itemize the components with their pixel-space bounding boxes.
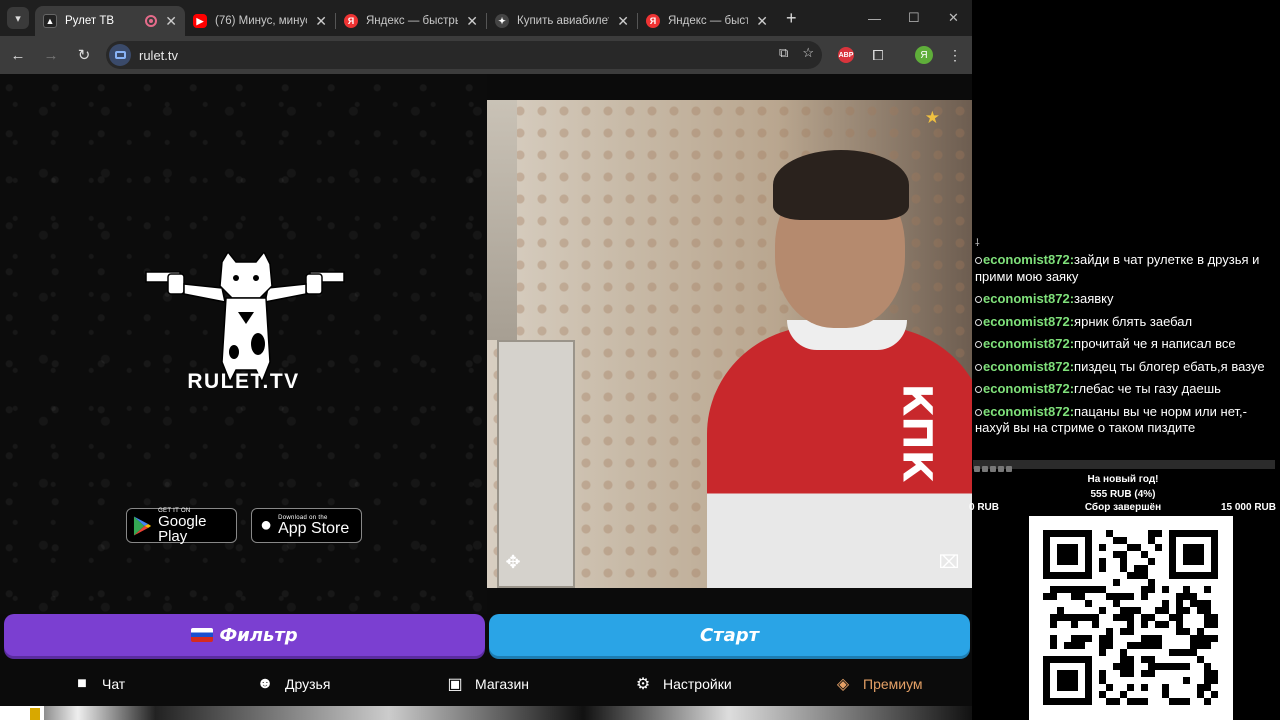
tab-title: Яндекс — быстры [668, 15, 749, 27]
shop-icon: ▣ [447, 676, 463, 693]
chat-message: economist872:глебас че ты газу даешь [975, 381, 1275, 398]
reload-button[interactable]: ↻ [69, 40, 99, 70]
start-label: Старт [699, 624, 760, 646]
close-tab-icon[interactable]: ✕ [315, 13, 327, 30]
shirt-print: КПК [893, 383, 940, 483]
own-camera-preview-strip [0, 706, 972, 720]
address-bar[interactable]: rulet.tv ⧉ ☆ [106, 41, 822, 69]
install-app-icon[interactable]: ⧉ [779, 45, 788, 61]
start-button[interactable]: Старт [489, 614, 970, 656]
brand-wordmark: RULET.TV [187, 370, 300, 393]
donation-qr-code [1029, 516, 1233, 720]
donation-goal-amount: 555 RUB (4%) [1090, 489, 1156, 500]
close-tab-icon[interactable]: ✕ [165, 13, 177, 30]
page-content: RULET.TV GET IT ON Google Play ● Downloa… [0, 74, 972, 720]
nav-label: Друзья [285, 676, 331, 692]
google-play-icon [133, 515, 152, 536]
person-hair [773, 150, 909, 220]
extensions-puzzle-icon[interactable]: ⧠ [867, 44, 889, 66]
rulet-favicon-icon: ▲ [43, 14, 57, 28]
tab-rulet[interactable]: ▲ Рулет ТВ ✕ [35, 6, 185, 36]
google-play-button[interactable]: GET IT ON Google Play [126, 508, 237, 545]
close-tab-icon[interactable]: ✕ [466, 13, 478, 30]
tab-yandex-2[interactable]: Я Яндекс — быстры ✕ [638, 6, 776, 36]
nav-shop[interactable]: ▣ Магазин [445, 664, 529, 704]
friends-icon: ☻ [256, 675, 274, 692]
tab-title: Яндекс — быстрый [366, 15, 458, 27]
nav-label: Настройки [663, 676, 732, 692]
profile-avatar[interactable]: Я [915, 46, 933, 64]
premium-tag-icon: ◈ [836, 676, 850, 693]
forward-button[interactable]: → [36, 40, 66, 70]
tab-aviasales[interactable]: ✦ Купить авиабилет ✕ [487, 6, 637, 36]
goal-max: 15 000 RUB [1220, 502, 1276, 513]
filter-button[interactable]: Фильтр [4, 614, 485, 656]
tab-strip: ▾ ▲ Рулет ТВ ✕ ▶ (76) Минус, минус ✕ Я Я… [0, 0, 972, 36]
tab-title: Купить авиабилет [517, 15, 610, 27]
app-store-big-text: App Store [278, 520, 350, 537]
google-play-big-text: Google Play [158, 512, 207, 545]
youtube-icon: ▶ [193, 14, 207, 28]
nav-label: Премиум [863, 676, 923, 692]
browser-toolbar: ← → ↻ rulet.tv ⧉ ☆ ABP ⧠ Я ⋮ [0, 36, 972, 74]
nav-chat[interactable]: ■ Чат [72, 664, 125, 704]
minimize-button[interactable]: — [868, 0, 881, 36]
app-store-button[interactable]: ● Download on the App Store [251, 508, 362, 543]
close-window-button[interactable]: ✕ [948, 0, 959, 36]
donation-goal-title: На новый год! [1087, 474, 1159, 485]
filter-label: Фильтр [219, 624, 298, 646]
menu-kebab-icon[interactable]: ⋮ [944, 44, 966, 66]
nav-premium[interactable]: ◈ Премиум [833, 664, 923, 704]
chat-message: economist872:зайди в чат рулетке в друзь… [975, 252, 1260, 284]
bookmark-star-icon[interactable]: ☆ [802, 45, 814, 61]
tab-yandex-1[interactable]: Я Яндекс — быстрый ✕ [336, 6, 486, 36]
gamepad-icon[interactable]: ✥ [502, 551, 524, 573]
chat-icon: ■ [77, 675, 87, 692]
bottom-nav: ■ Чат ☻ Друзья ▣ Магазин ⚙ Настройки ◈ П… [0, 664, 972, 704]
maximize-button[interactable]: ☐ [908, 0, 920, 36]
chat-message: economist872:заявку [975, 291, 1275, 308]
stream-chat: ⸸ economist872:зайди в чат рулетке в дру… [975, 236, 1275, 437]
chat-cutoff-line: ⸸ [975, 238, 980, 246]
chat-message: economist872:пиздец ты блогер ебать,я ва… [975, 359, 1275, 376]
yandex-icon: Я [646, 14, 660, 28]
tab-youtube[interactable]: ▶ (76) Минус, минус ✕ [185, 6, 335, 36]
tab-title: (76) Минус, минус [215, 15, 308, 27]
own-camera-thumb [0, 706, 44, 720]
chat-message: economist872:прочитай че я написал все [975, 336, 1275, 353]
recording-icon [145, 15, 158, 27]
chat-footer-bar [973, 460, 1275, 472]
tab-search-button[interactable]: ▾ [7, 7, 29, 29]
qr-code-image [1043, 530, 1218, 705]
site-info-icon[interactable] [109, 44, 131, 66]
gear-icon: ⚙ [635, 676, 651, 693]
russia-flag-icon [191, 628, 214, 642]
close-tab-icon[interactable]: ✕ [756, 13, 768, 30]
back-button[interactable]: ← [3, 40, 33, 70]
gift-icon[interactable]: ⌧ [938, 551, 960, 573]
tab-title: Рулет ТВ [65, 15, 115, 27]
nav-label: Магазин [475, 676, 530, 692]
chat-message: economist872:пацаны вы че норм или нет,-… [975, 403, 1247, 435]
new-tab-button[interactable]: + [786, 8, 797, 29]
nav-settings[interactable]: ⚙ Настройки [633, 664, 732, 704]
shelf [487, 100, 517, 340]
favorite-star-icon[interactable]: ★ [925, 108, 940, 128]
nav-label: Чат [102, 676, 126, 692]
url-text: rulet.tv [139, 47, 179, 63]
aviasales-icon: ✦ [495, 14, 509, 28]
apple-icon: ● [260, 514, 273, 536]
close-tab-icon[interactable]: ✕ [617, 13, 629, 30]
adblock-extension-icon[interactable]: ABP [838, 47, 854, 63]
screen: ▾ ▲ Рулет ТВ ✕ ▶ (76) Минус, минус ✕ Я Я… [0, 0, 1280, 720]
yandex-icon: Я [344, 14, 358, 28]
chat-message: economist872:ярник блять заебал [975, 314, 1275, 331]
partner-video: КПК ★ ✥ ⌧ [487, 100, 972, 588]
nav-friends[interactable]: ☻ Друзья [255, 664, 331, 704]
